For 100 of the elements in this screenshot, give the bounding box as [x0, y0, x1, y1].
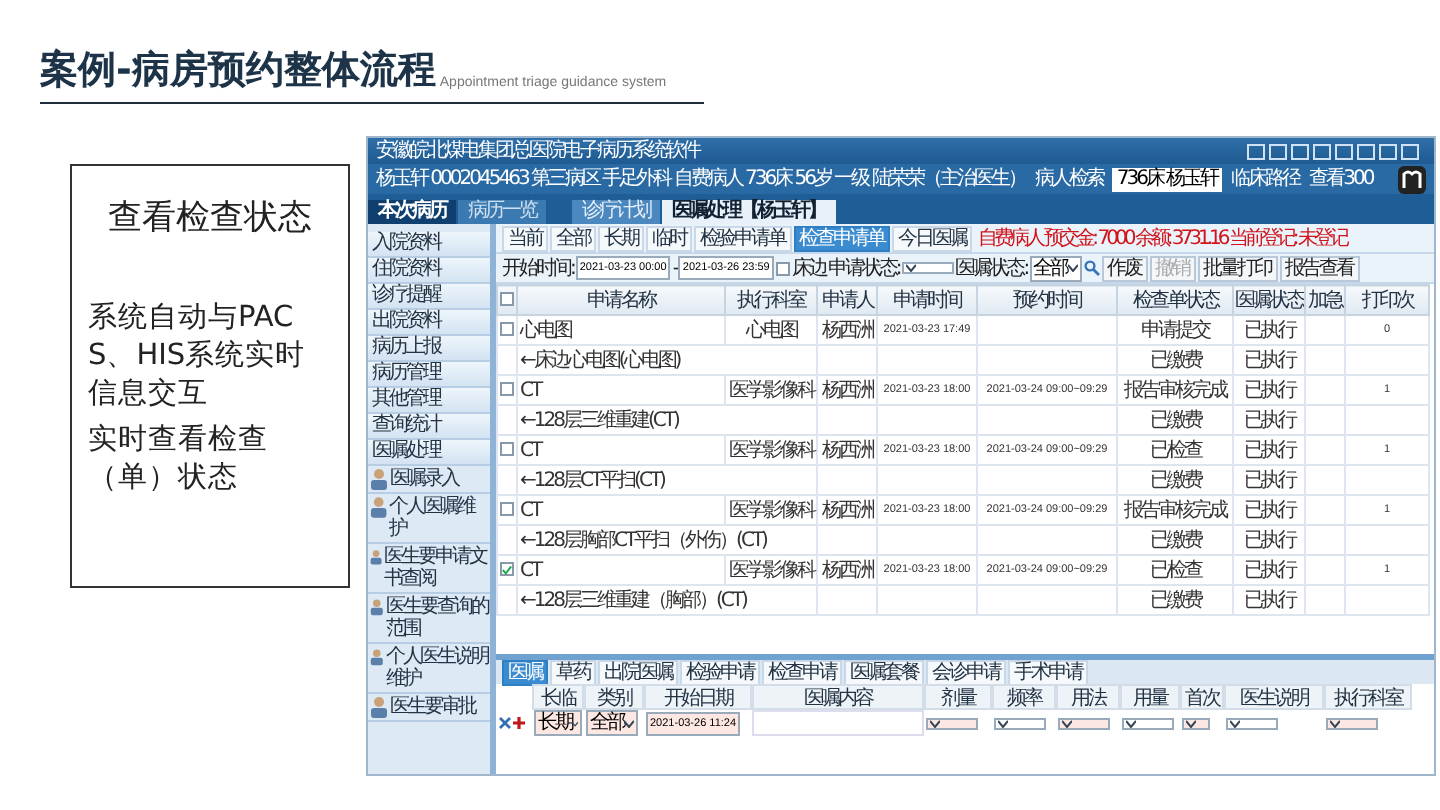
toolbar-button[interactable]: 批量打印: [1197, 255, 1278, 281]
card-heading: 查看检查状态: [106, 196, 314, 240]
dropdown-field[interactable]: [1226, 717, 1278, 729]
table-cell: 心电图: [725, 315, 817, 345]
checkbox[interactable]: [500, 441, 514, 455]
tab[interactable]: 全部: [550, 225, 596, 251]
tab[interactable]: 检查申请: [762, 659, 842, 685]
category-select[interactable]: 全部: [586, 710, 638, 736]
table-cell: ←床边心电图(心电图): [517, 345, 817, 375]
tab[interactable]: 医嘱套餐: [844, 659, 924, 685]
toolbar-link[interactable]: 查看300: [1309, 169, 1373, 189]
tab[interactable]: 医嘱: [502, 659, 548, 685]
doctor-icon: [370, 496, 388, 518]
tab[interactable]: 长期: [598, 225, 644, 251]
input-field[interactable]: [752, 710, 924, 736]
sidebar-item[interactable]: 医生要申请文书查阅: [368, 544, 490, 594]
status-select[interactable]: [901, 262, 954, 274]
table-cell: 已执行: [1233, 495, 1305, 525]
checkbox[interactable]: [775, 261, 790, 275]
sidebar-item[interactable]: 诊疗提醒: [368, 284, 490, 310]
table-cell: ←128层胸部CT平扫（外伤）(CT): [517, 525, 817, 555]
table-cell: 医学影像科: [725, 435, 817, 465]
table-cell: 心电图: [517, 315, 725, 345]
sidebar-item[interactable]: 住院资料: [368, 258, 490, 284]
toolbar-link[interactable]: 临床路径: [1231, 169, 1300, 189]
column-header: 申请时间: [877, 285, 977, 315]
tab[interactable]: 当前: [502, 225, 548, 251]
card-text: 系统自动与PACS、HIS系统实时信息交互: [88, 300, 308, 414]
sidebar-item[interactable]: 个人医嘱维护: [368, 494, 490, 544]
dropdown-field[interactable]: [1182, 717, 1210, 729]
tab[interactable]: 检查申请单: [793, 225, 890, 251]
checkbox[interactable]: [500, 321, 514, 335]
table-cell: 已执行: [1233, 555, 1305, 585]
sidebar-item[interactable]: 入院资料: [368, 232, 490, 258]
column-header: 申请名称: [517, 285, 725, 315]
search-link[interactable]: 病人检索: [1034, 169, 1103, 189]
add-icon[interactable]: [512, 716, 526, 730]
doctor-icon: [370, 646, 384, 668]
sidebar-item[interactable]: 个人医生说明维护: [368, 644, 490, 694]
checkbox[interactable]: [500, 291, 514, 305]
checkbox[interactable]: [500, 501, 514, 515]
toolbar-button[interactable]: 报告查看: [1279, 255, 1360, 281]
bed-select[interactable]: 736床 杨玉轩: [1112, 167, 1222, 191]
caret-icon: [1186, 719, 1196, 727]
checkbox[interactable]: [500, 562, 514, 576]
sidebar-item[interactable]: 医嘱录入: [368, 466, 490, 494]
toolbar-button[interactable]: 作废: [1101, 255, 1148, 281]
table-cell: 已执行: [1233, 405, 1305, 435]
dropdown-field[interactable]: [926, 717, 978, 729]
table-cell: 杨西洲: [817, 315, 877, 345]
sidebar-item[interactable]: 医生要审批: [368, 694, 490, 722]
dropdown-field[interactable]: [1326, 717, 1378, 729]
table-cell: 已执行: [1233, 435, 1305, 465]
caret-icon: [1330, 719, 1340, 727]
table-cell: 已执行: [1233, 525, 1305, 555]
table-cell: 已缴费: [1117, 525, 1233, 555]
column-header: 类别: [584, 684, 644, 710]
tab[interactable]: 医嘱处理【杨玉轩】: [662, 200, 835, 224]
tab[interactable]: 今日医嘱: [892, 225, 972, 251]
term-select[interactable]: 长期: [534, 710, 582, 736]
sidebar-item[interactable]: 病历管理: [368, 362, 490, 388]
sidebar-item[interactable]: 查询统计: [368, 414, 490, 440]
column-header: 申请人: [817, 285, 877, 315]
tab[interactable]: 手术申请: [1008, 659, 1088, 685]
table-cell: ←128层CT平扫(CT): [517, 465, 817, 495]
slide-title: 案例-病房预约整体流程: [40, 46, 436, 96]
sidebar-item[interactable]: 病历上报: [368, 336, 490, 362]
column-header: 频率: [992, 684, 1056, 710]
tab[interactable]: 临时: [646, 225, 692, 251]
tab[interactable]: 检验申请: [680, 659, 760, 685]
column-header: 医生说明: [1224, 684, 1324, 710]
tab[interactable]: 出院医嘱: [598, 659, 678, 685]
column-header: 开始日期: [644, 684, 752, 710]
tab[interactable]: 草药: [550, 659, 596, 685]
dropdown-field[interactable]: [1058, 717, 1110, 729]
caret-icon: [1126, 719, 1136, 727]
caret-icon: [1062, 719, 1072, 727]
sidebar-item[interactable]: 医生要查询的范围: [368, 594, 490, 644]
patient-info: 杨玉轩 0002045463 第三病区 手足外科 自费病人 736床 56岁 一级 陆荣荣（主治医生）: [376, 169, 1025, 189]
tab[interactable]: 本次病历: [368, 200, 456, 224]
column-header: 长临: [532, 684, 584, 710]
table-cell: 医学影像科: [725, 375, 817, 405]
search-icon[interactable]: [1083, 260, 1100, 276]
sidebar-item[interactable]: 其他管理: [368, 388, 490, 414]
checkbox[interactable]: [500, 381, 514, 395]
delete-icon[interactable]: [498, 716, 512, 730]
dropdown-field[interactable]: [994, 717, 1046, 729]
table-cell: 已检查: [1117, 435, 1233, 465]
caret-icon: [905, 264, 916, 272]
sidebar-item[interactable]: 出院资料: [368, 310, 490, 336]
sidebar-item[interactable]: 医嘱处理: [368, 440, 490, 466]
table-cell: 已执行: [1233, 315, 1305, 345]
table-cell: 已缴费: [1117, 405, 1233, 435]
table-cell: 杨西洲: [817, 495, 877, 525]
field-label: -: [672, 257, 677, 279]
dropdown-field[interactable]: [1122, 717, 1174, 729]
tab[interactable]: 会诊申请: [926, 659, 1006, 685]
status-select[interactable]: 全部: [1029, 255, 1082, 281]
field-label: 开始时间:: [502, 255, 574, 282]
tab[interactable]: 检验申请单: [694, 225, 791, 251]
